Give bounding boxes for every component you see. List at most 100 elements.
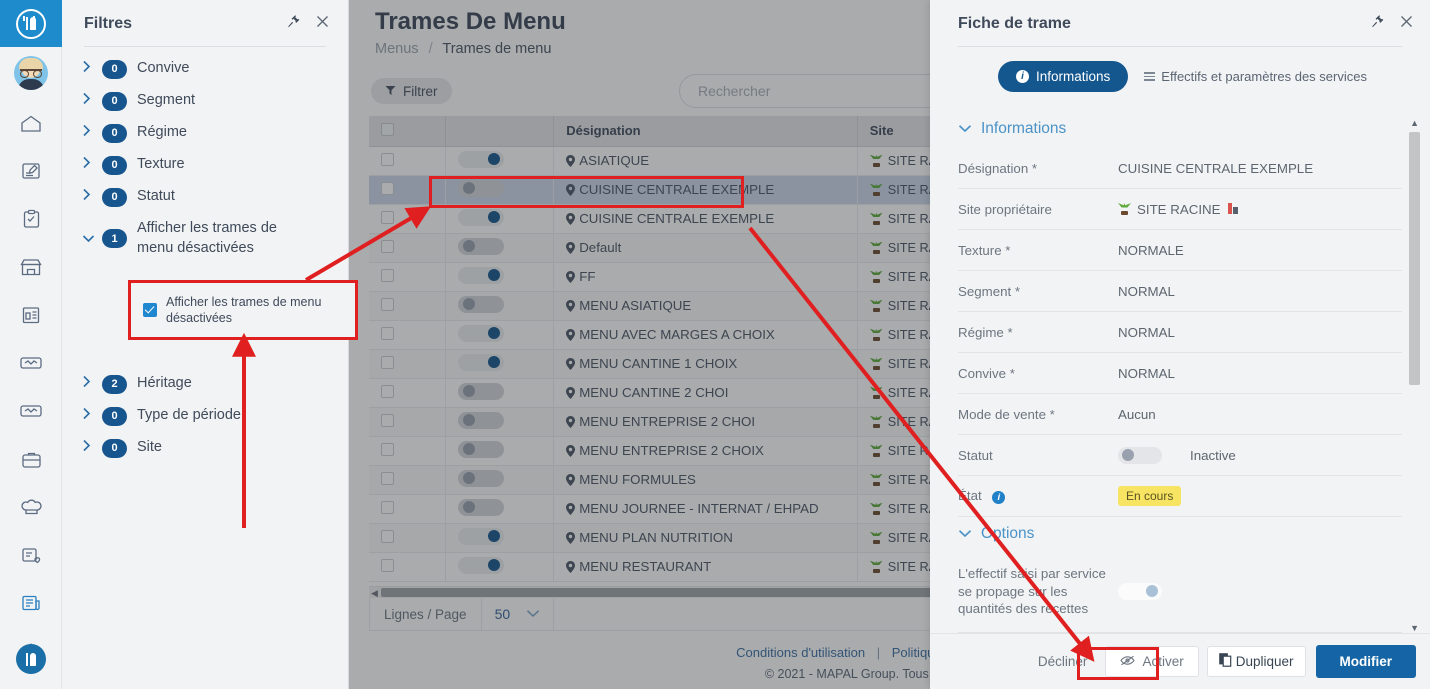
section-options[interactable]: Options [930, 517, 1430, 553]
row-select-cell[interactable] [369, 349, 446, 379]
filter-item-segment[interactable]: 0 Segment [62, 85, 348, 117]
checkbox-icon[interactable] [143, 303, 157, 317]
row-checkbox-icon[interactable] [381, 529, 394, 543]
row-active-toggle[interactable] [457, 527, 504, 545]
briefcase-icon[interactable] [0, 435, 62, 483]
row-checkbox-icon[interactable] [381, 413, 394, 427]
afficher-desactivees-checkbox-row[interactable]: Afficher les trames de menu désactivées [128, 280, 358, 340]
dupliquer-button[interactable]: Dupliquer [1206, 646, 1306, 677]
recipe-heart-icon[interactable] [0, 531, 62, 579]
info-icon[interactable]: i [992, 491, 1006, 504]
scroll-up-arrow-icon[interactable]: ▲ [1410, 118, 1419, 128]
checklist-icon[interactable] [0, 195, 62, 243]
app-logo-bottom[interactable] [0, 635, 62, 683]
close-icon[interactable] [1399, 14, 1414, 34]
row-toggle-cell[interactable] [445, 494, 555, 524]
handshake-icon[interactable] [0, 339, 62, 387]
row-checkbox-icon[interactable] [381, 471, 394, 485]
select-all-checkbox-icon[interactable] [381, 122, 394, 136]
modifier-button[interactable]: Modifier [1315, 645, 1416, 678]
row-select-cell[interactable] [369, 407, 446, 437]
row-select-cell[interactable] [369, 262, 446, 292]
row-active-toggle[interactable] [457, 208, 504, 226]
row-select-cell[interactable] [369, 175, 446, 205]
row-toggle-cell[interactable] [445, 436, 555, 466]
row-select-cell[interactable] [369, 291, 446, 321]
filter-item-regime[interactable]: 0 Régime [62, 117, 348, 149]
row-checkbox-icon[interactable] [381, 152, 394, 166]
row-active-toggle[interactable] [457, 411, 504, 429]
filter-item-convive[interactable]: 0 Convive [62, 53, 348, 85]
storefront-icon[interactable] [0, 243, 62, 291]
filter-item-afficher-desactivees[interactable]: 1 Afficher les trames de menu désactivée… [62, 213, 348, 264]
row-toggle-cell[interactable] [445, 378, 555, 408]
row-toggle-cell[interactable] [445, 175, 555, 205]
row-checkbox-icon[interactable] [381, 239, 394, 253]
row-checkbox-icon[interactable] [381, 384, 394, 398]
effectif-propagation-toggle[interactable] [1118, 582, 1162, 600]
row-select-cell[interactable] [369, 378, 446, 408]
row-select-cell[interactable] [369, 465, 446, 495]
row-toggle-cell[interactable] [445, 262, 555, 292]
row-active-toggle[interactable] [457, 469, 504, 487]
edit-document-icon[interactable] [0, 147, 62, 195]
filter-item-statut[interactable]: 0 Statut [62, 181, 348, 213]
row-toggle-cell[interactable] [445, 407, 555, 437]
home-icon[interactable] [0, 99, 62, 147]
pin-icon[interactable] [286, 14, 301, 34]
row-checkbox-icon[interactable] [381, 297, 394, 311]
decliner-button[interactable]: Décliner [1020, 654, 1106, 669]
filter-item-type-de-periode[interactable]: 0 Type de période [62, 400, 349, 432]
row-toggle-cell[interactable] [445, 204, 555, 234]
row-active-toggle[interactable] [457, 353, 504, 371]
row-select-cell[interactable] [369, 436, 446, 466]
terms-link[interactable]: Conditions d'utilisation [736, 645, 865, 660]
pin-icon[interactable] [1370, 14, 1385, 34]
row-select-cell[interactable] [369, 494, 446, 524]
row-active-toggle[interactable] [457, 440, 504, 458]
filter-item-site[interactable]: 0 Site [62, 432, 349, 464]
row-select-cell[interactable] [369, 233, 446, 263]
building-icon[interactable] [0, 291, 62, 339]
row-toggle-cell[interactable] [445, 233, 555, 263]
row-active-toggle[interactable] [457, 498, 504, 516]
close-icon[interactable] [315, 14, 330, 34]
row-active-toggle[interactable] [457, 266, 504, 284]
row-toggle-cell[interactable] [445, 349, 555, 379]
row-toggle-cell[interactable] [445, 146, 555, 176]
row-active-toggle[interactable] [457, 324, 504, 342]
tab-effectifs[interactable]: Effectifs et paramètres des services [1144, 69, 1367, 84]
row-select-cell[interactable] [369, 204, 446, 234]
row-toggle-cell[interactable] [445, 465, 555, 495]
row-select-cell[interactable] [369, 552, 446, 582]
breadcrumb-parent[interactable]: Menus [375, 41, 419, 57]
tab-informations[interactable]: i Informations [998, 61, 1129, 92]
row-checkbox-icon[interactable] [381, 500, 394, 514]
section-informations[interactable]: Informations [930, 112, 1430, 148]
row-toggle-cell[interactable] [445, 291, 555, 321]
row-checkbox-icon[interactable] [381, 442, 394, 456]
detail-scrollbar-thumb[interactable] [1409, 132, 1420, 385]
row-active-toggle[interactable] [457, 556, 504, 574]
row-select-cell[interactable] [369, 320, 446, 350]
row-checkbox-icon[interactable] [381, 558, 394, 572]
row-checkbox-icon[interactable] [381, 326, 394, 340]
filter-item-heritage[interactable]: 2 Héritage [62, 368, 349, 400]
activer-button[interactable]: Activer [1105, 646, 1199, 677]
scroll-down-arrow-icon[interactable]: ▼ [1410, 623, 1419, 633]
chef-hat-icon[interactable] [0, 483, 62, 531]
row-checkbox-icon[interactable] [381, 268, 394, 282]
row-checkbox-icon[interactable] [381, 181, 394, 195]
statut-toggle[interactable] [1118, 446, 1162, 464]
row-select-cell[interactable] [369, 146, 446, 176]
row-active-toggle[interactable] [457, 237, 504, 255]
lines-per-page-select[interactable]: 50 [482, 598, 555, 630]
filter-item-texture[interactable]: 0 Texture [62, 149, 348, 181]
row-active-toggle[interactable] [457, 295, 504, 313]
row-select-cell[interactable] [369, 523, 446, 553]
row-active-toggle[interactable] [457, 382, 504, 400]
row-active-toggle[interactable] [457, 179, 504, 197]
user-avatar[interactable] [0, 47, 62, 99]
handshake-alt-icon[interactable] [0, 387, 62, 435]
filtrer-button[interactable]: Filtrer [371, 78, 452, 104]
